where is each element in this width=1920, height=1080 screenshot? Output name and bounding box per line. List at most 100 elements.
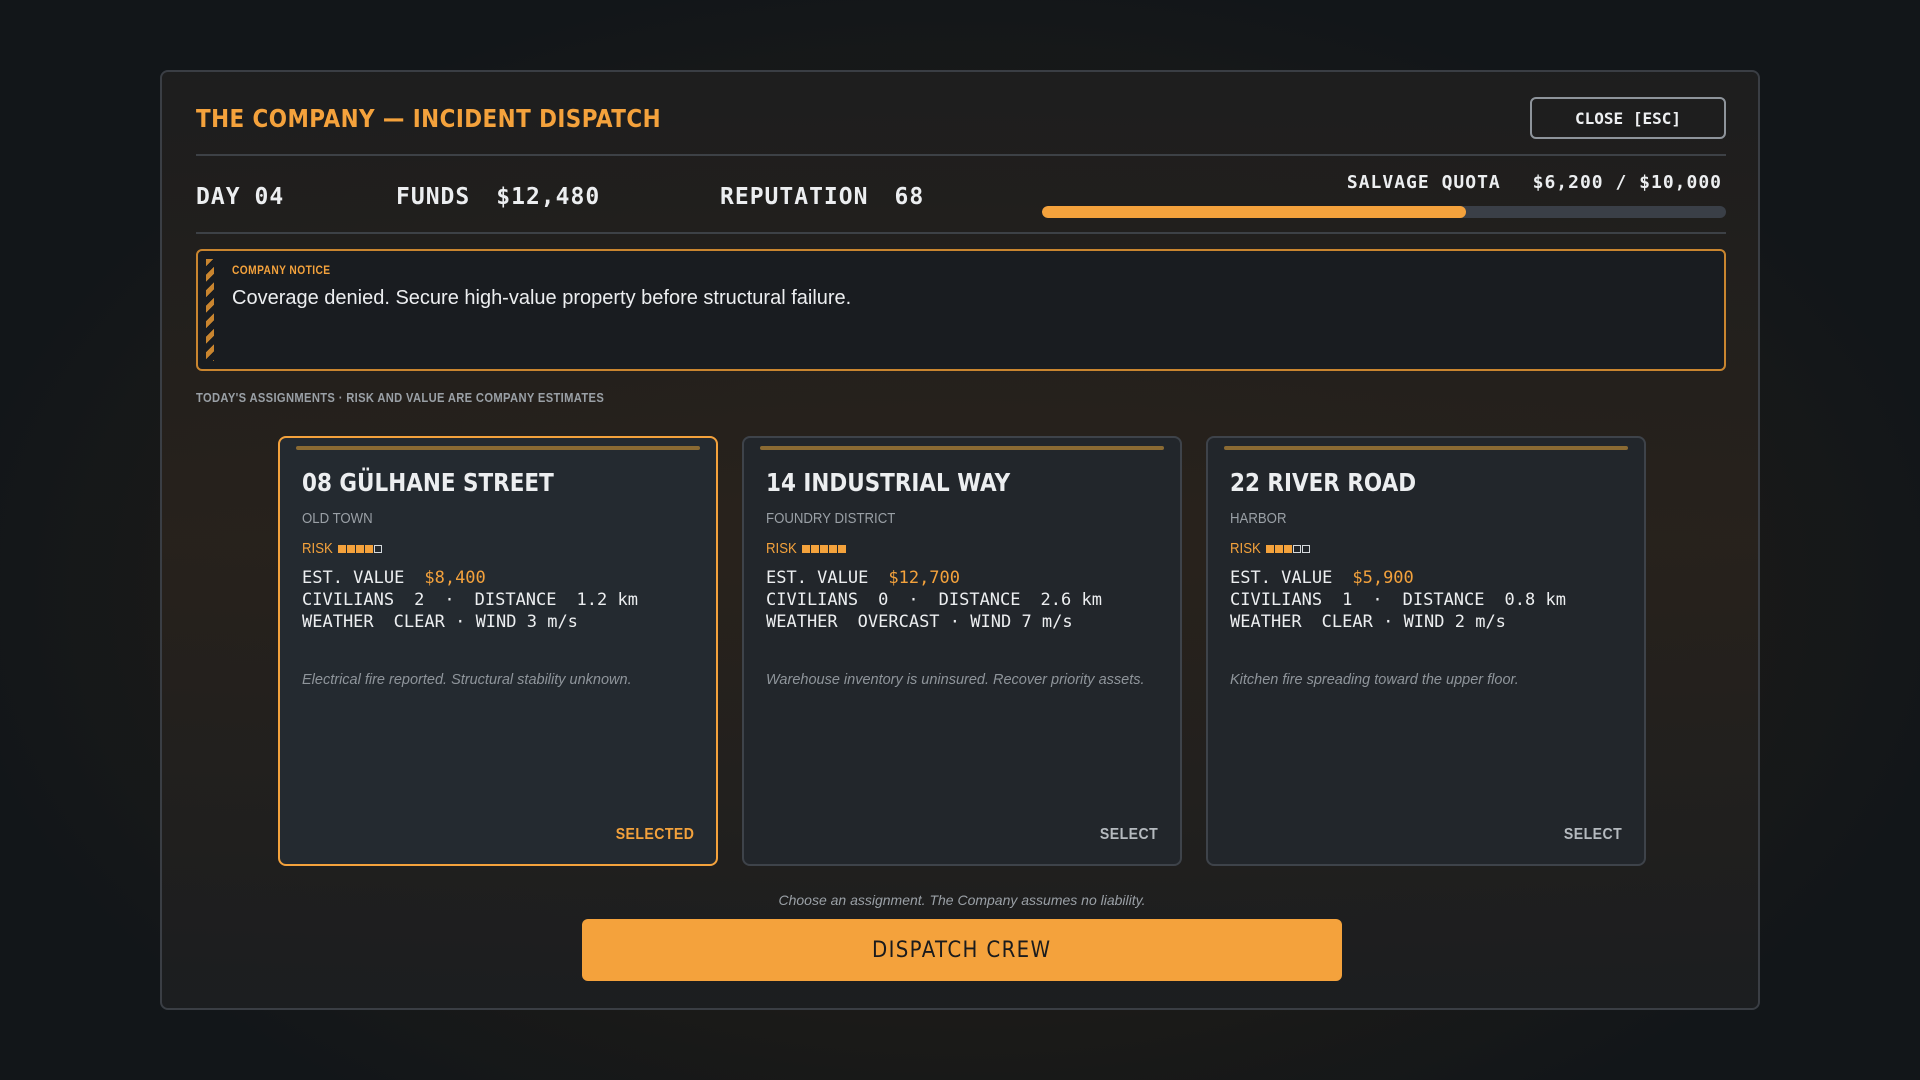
- card-accent-line: [1224, 446, 1628, 450]
- card-description: Kitchen fire spreading toward the upper …: [1230, 672, 1519, 688]
- civilians-value: 2: [414, 590, 425, 610]
- weather-label: WEATHER: [766, 612, 838, 632]
- weather-label: WEATHER: [302, 612, 374, 632]
- separator-dot: ·: [444, 590, 455, 610]
- separator-dot: ·: [908, 590, 919, 610]
- day-value: 04: [254, 184, 285, 210]
- quota-progress-bar: [1042, 206, 1726, 218]
- distance-label: DISTANCE: [938, 590, 1021, 610]
- assignment-card[interactable]: 08 GÜLHANE STREET OLD TOWN RISK EST. VALUE $…: [278, 436, 718, 866]
- card-description: Electrical fire reported. Structural sta…: [302, 672, 632, 688]
- est-value-label: EST. VALUE: [766, 568, 869, 588]
- weather-label: WEATHER: [1230, 612, 1302, 632]
- reputation-value: 68: [894, 184, 925, 210]
- risk-meter: RISK: [302, 540, 382, 557]
- dispatch-panel: THE COMPANY — INCIDENT DISPATCH CLOSE [E…: [160, 70, 1760, 1010]
- select-button[interactable]: SELECT: [1564, 826, 1622, 844]
- risk-pip: [829, 544, 837, 553]
- risk-pips: [1266, 544, 1310, 553]
- day-stat: DAY 04: [196, 177, 284, 217]
- assignments-label: TODAY'S ASSIGNMENTS · RISK AND VALUE ARE…: [196, 390, 605, 405]
- dispatch-crew-label: DISPATCH CREW: [872, 937, 1052, 963]
- civilians-distance-row: CIVILIANS 2 · DISTANCE 1.2 km: [302, 590, 638, 610]
- card-address: 08 GÜLHANE STREET: [302, 468, 554, 497]
- card-accent-line: [760, 446, 1164, 450]
- civilians-label: CIVILIANS: [766, 590, 859, 610]
- funds-value: $12,480: [496, 184, 601, 210]
- civilians-distance-row: CIVILIANS 1 · DISTANCE 0.8 km: [1230, 590, 1566, 610]
- card-district: OLD TOWN: [302, 510, 373, 527]
- risk-pip: [374, 544, 382, 553]
- risk-pip: [820, 544, 828, 553]
- risk-pip: [838, 544, 846, 553]
- separator-dot: ·: [444, 612, 476, 632]
- risk-pip: [1293, 544, 1301, 553]
- quota-value: $6,200 / $10,000: [1532, 172, 1722, 193]
- est-value: $8,400: [424, 568, 486, 588]
- est-value-row: EST. VALUE $8,400: [302, 568, 486, 588]
- risk-pip: [356, 544, 364, 553]
- selected-indicator[interactable]: SELECTED: [615, 826, 694, 844]
- civilians-label: CIVILIANS: [1230, 590, 1323, 610]
- panel-title: THE COMPANY — INCIDENT DISPATCH: [196, 104, 662, 133]
- weather-value: OVERCAST: [857, 612, 940, 632]
- reputation-label: REPUTATION: [720, 184, 869, 210]
- reputation-stat: REPUTATION 68: [720, 177, 924, 217]
- risk-pip: [338, 544, 346, 553]
- risk-label: RISK: [302, 540, 333, 557]
- card-address: 22 RIVER ROAD: [1230, 468, 1417, 497]
- risk-label: RISK: [1230, 540, 1261, 557]
- separator-dot: ·: [1372, 612, 1404, 632]
- risk-pip: [1266, 544, 1274, 553]
- wind-value: WIND 3 m/s: [475, 612, 578, 632]
- distance-value: 1.2 km: [576, 590, 638, 610]
- close-button[interactable]: CLOSE [ESC]: [1530, 97, 1726, 139]
- risk-label: RISK: [766, 540, 797, 557]
- card-address: 14 INDUSTRIAL WAY: [766, 468, 1011, 497]
- est-value: $5,900: [1352, 568, 1414, 588]
- risk-pip: [365, 544, 373, 553]
- separator-dot: ·: [1372, 590, 1383, 610]
- notice-message: Coverage denied. Secure high-value prope…: [232, 287, 852, 309]
- civilians-value: 0: [878, 590, 889, 610]
- risk-meter: RISK: [1230, 540, 1310, 557]
- civilians-label: CIVILIANS: [302, 590, 395, 610]
- risk-pip: [347, 544, 355, 553]
- dispatch-hint: Choose an assignment. The Company assume…: [778, 892, 1146, 908]
- quota-progress-fill: [1042, 206, 1467, 218]
- header-divider: [196, 154, 1726, 156]
- hazard-stripe: [206, 259, 214, 361]
- notice-label: COMPANY NOTICE: [232, 263, 331, 277]
- card-accent-line: [296, 446, 700, 450]
- risk-pip: [802, 544, 810, 553]
- risk-pip: [811, 544, 819, 553]
- weather-row: WEATHER CLEAR · WIND 2 m/s: [1230, 612, 1506, 632]
- est-value-row: EST. VALUE $12,700: [766, 568, 960, 588]
- risk-pip: [1302, 544, 1310, 553]
- risk-meter: RISK: [766, 540, 846, 557]
- funds-stat: FUNDS $12,480: [396, 177, 600, 217]
- civilians-distance-row: CIVILIANS 0 · DISTANCE 2.6 km: [766, 590, 1102, 610]
- civilians-value: 1: [1342, 590, 1353, 610]
- company-notice: COMPANY NOTICE Coverage denied. Secure h…: [196, 249, 1726, 371]
- assignment-card[interactable]: 22 RIVER ROAD HARBOR RISK EST. VALUE $5,900 C…: [1206, 436, 1646, 866]
- assignment-card[interactable]: 14 INDUSTRIAL WAY FOUNDRY DISTRICT RISK EST…: [742, 436, 1182, 866]
- select-button[interactable]: SELECT: [1100, 826, 1158, 844]
- risk-pips: [338, 544, 382, 553]
- stats-divider: [196, 232, 1726, 234]
- card-district: HARBOR: [1230, 510, 1287, 527]
- est-value-row: EST. VALUE $5,900: [1230, 568, 1414, 588]
- risk-pip: [1275, 544, 1283, 553]
- est-value-label: EST. VALUE: [1230, 568, 1333, 588]
- dispatch-crew-button[interactable]: DISPATCH CREW: [582, 919, 1342, 981]
- wind-value: WIND 7 m/s: [970, 612, 1073, 632]
- distance-label: DISTANCE: [474, 590, 557, 610]
- weather-row: WEATHER CLEAR · WIND 3 m/s: [302, 612, 578, 632]
- card-district: FOUNDRY DISTRICT: [766, 510, 896, 527]
- distance-label: DISTANCE: [1402, 590, 1485, 610]
- card-description: Warehouse inventory is uninsured. Recove…: [766, 672, 1145, 688]
- weather-value: CLEAR: [1321, 612, 1373, 632]
- distance-value: 0.8 km: [1504, 590, 1566, 610]
- separator-dot: ·: [939, 612, 971, 632]
- day-label: DAY: [196, 184, 241, 210]
